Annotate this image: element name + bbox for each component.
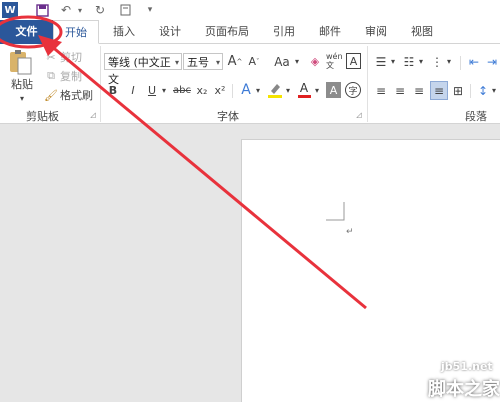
annotation-overlay: [0, 15, 367, 310]
watermark-name: 脚本之家: [428, 379, 500, 400]
watermark-url: jb51.net: [441, 360, 493, 373]
annotation-arrow-line: [43, 38, 367, 310]
